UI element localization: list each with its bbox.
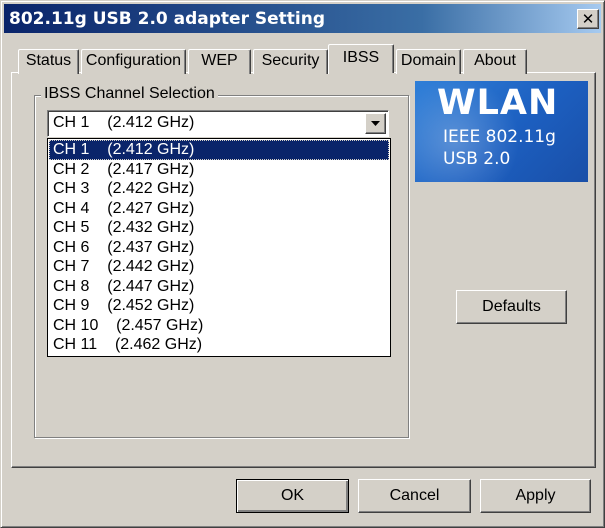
tab-configuration[interactable]: Configuration [81,49,186,74]
channel-option-2[interactable]: CH 2 (2.417 GHz) [49,160,389,180]
ok-button[interactable]: OK [236,479,349,513]
channel-option-8[interactable]: CH 8 (2.447 GHz) [49,277,389,297]
channel-option-1[interactable]: CH 1 (2.412 GHz) [49,140,389,160]
chevron-down-icon [371,120,380,126]
settings-window: 802.11g USB 2.0 adapter Setting ✕ Status… [0,0,605,528]
channel-option-3[interactable]: CH 3 (2.422 GHz) [49,179,389,199]
apply-button[interactable]: Apply [480,479,591,513]
cancel-button[interactable]: Cancel [358,479,471,513]
channel-option-9[interactable]: CH 9 (2.452 GHz) [49,296,389,316]
tab-domain[interactable]: Domain [396,49,461,74]
channel-option-6[interactable]: CH 6 (2.437 GHz) [49,238,389,258]
channel-select-value: CH 1 (2.412 GHz) [53,114,195,131]
defaults-button[interactable]: Defaults [456,290,567,324]
channel-dropdown-list[interactable]: CH 1 (2.412 GHz) CH 2 (2.417 GHz) CH 3 (… [47,138,391,357]
wlan-logo: WLAN IEEE 802.11g USB 2.0 [415,81,588,182]
channel-option-11[interactable]: CH 11 (2.462 GHz) [49,335,389,355]
tab-wep[interactable]: WEP [188,49,251,74]
tab-status[interactable]: Status [18,49,79,74]
channel-select[interactable]: CH 1 (2.412 GHz) [47,110,389,137]
tab-about[interactable]: About [463,49,527,74]
channel-select-dropdown-button[interactable] [365,113,386,134]
title-bar[interactable]: 802.11g USB 2.0 adapter Setting ✕ [4,4,601,33]
close-button[interactable]: ✕ [577,9,599,29]
logo-brand: WLAN [437,83,559,123]
channel-option-5[interactable]: CH 5 (2.432 GHz) [49,218,389,238]
logo-standard: IEEE 802.11g [443,127,556,147]
logo-interface: USB 2.0 [443,149,511,169]
window-title: 802.11g USB 2.0 adapter Setting [9,9,326,29]
channel-option-4[interactable]: CH 4 (2.427 GHz) [49,199,389,219]
close-icon: ✕ [581,9,595,28]
tab-security[interactable]: Security [253,49,328,74]
channel-option-10[interactable]: CH 10 (2.457 GHz) [49,316,389,336]
tab-ibss[interactable]: IBSS [328,44,394,76]
ibss-channel-group-label: IBSS Channel Selection [41,85,218,103]
channel-option-7[interactable]: CH 7 (2.442 GHz) [49,257,389,277]
